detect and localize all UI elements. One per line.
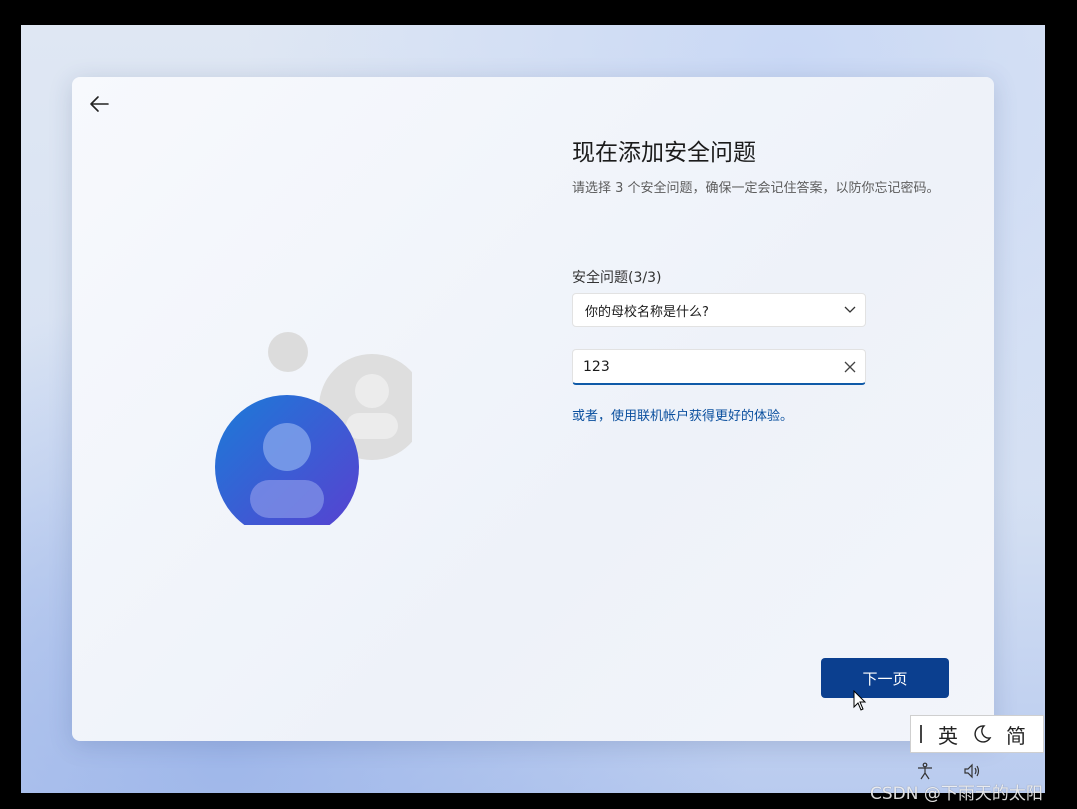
answer-field[interactable] <box>572 349 866 385</box>
security-question-dropdown[interactable]: 你的母校名称是什么? <box>572 293 866 327</box>
next-button[interactable]: 下一页 <box>821 658 949 698</box>
mouse-pointer-icon <box>853 690 867 711</box>
security-question-label: 安全问题(3/3) <box>572 270 662 286</box>
close-icon[interactable] <box>835 361 865 373</box>
moon-icon[interactable] <box>965 724 999 744</box>
back-button[interactable] <box>84 89 114 119</box>
ime-script-toggle[interactable]: 简 <box>999 720 1033 749</box>
ime-toolbar: 英 简 <box>910 715 1044 753</box>
page-title: 现在添加安全问题 <box>572 140 756 166</box>
back-arrow-icon <box>90 96 109 112</box>
oobe-background: 现在添加安全问题 请选择 3 个安全问题，确保一定会记住答案，以防你忘记密码。 … <box>21 25 1045 793</box>
page-description: 请选择 3 个安全问题，确保一定会记住答案，以防你忘记密码。 <box>572 181 940 196</box>
answer-input[interactable] <box>573 357 835 376</box>
user-accounts-illustration <box>215 332 412 525</box>
chevron-down-icon <box>835 306 865 314</box>
ime-language-toggle[interactable]: 英 <box>931 720 965 749</box>
online-account-link[interactable]: 或者，使用联机帐户获得更好的体验。 <box>572 405 793 424</box>
watermark: CSDN @下雨天的太阳 <box>870 784 1043 804</box>
selected-question: 你的母校名称是什么? <box>585 304 709 320</box>
ime-drag-handle[interactable] <box>911 725 931 743</box>
setup-card: 现在添加安全问题 请选择 3 个安全问题，确保一定会记住答案，以防你忘记密码。 … <box>72 77 994 741</box>
